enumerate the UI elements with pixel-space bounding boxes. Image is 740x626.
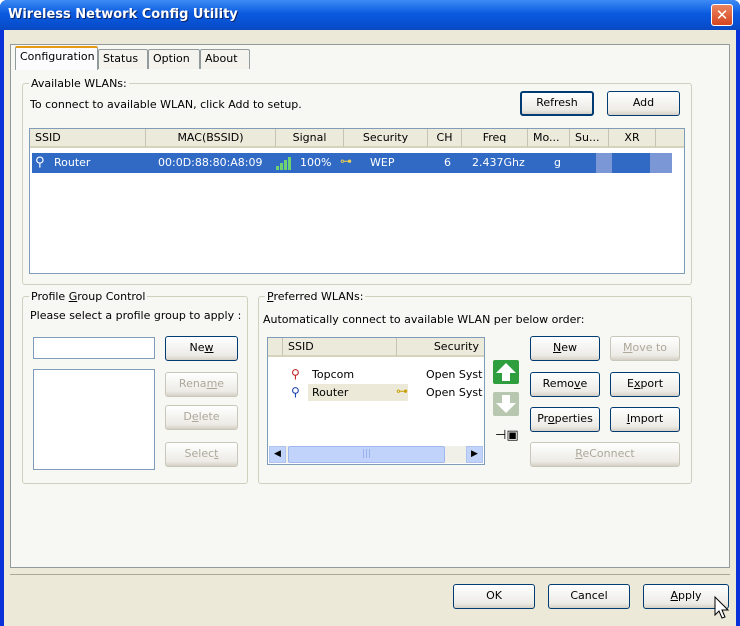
horizontal-scrollbar[interactable]: ◀ ||| ▶ [269, 446, 483, 463]
export-button[interactable]: Export [610, 372, 680, 397]
item-security: Open Syst [426, 386, 483, 399]
key-icon: ⊶ [396, 384, 408, 398]
arrow-up-icon [496, 363, 516, 381]
tab-label: Configuration [20, 50, 95, 63]
list-item[interactable]: ⚲ Router ⊶ Open Syst [268, 384, 484, 402]
column-blank [268, 338, 283, 357]
tab-about[interactable]: About [200, 49, 250, 69]
pin-icon: ⊣▣ [495, 428, 519, 443]
tab-label: Option [153, 52, 190, 65]
cancel-label: Cancel [570, 589, 608, 602]
row-mac: 00:0D:88:80:A8:09 [158, 156, 263, 169]
select-button[interactable]: Select [165, 442, 238, 467]
key-icon: ⊶ [340, 154, 352, 168]
scroll-left-icon[interactable]: ◀ [269, 446, 286, 463]
wireless-icon: ⚲ [35, 155, 45, 170]
scroll-right-icon[interactable]: ▶ [466, 446, 483, 463]
column-label: SSID [288, 340, 314, 353]
column-mode[interactable]: Mo... [528, 129, 570, 148]
profile-new-button[interactable]: New [165, 336, 238, 361]
import-button[interactable]: Import [610, 407, 680, 432]
move-down-button[interactable] [493, 392, 519, 416]
tab-configuration[interactable]: Configuration [15, 46, 98, 70]
cursor-icon [714, 596, 730, 619]
cancel-button[interactable]: Cancel [548, 584, 630, 609]
preferred-wlan-list[interactable]: SSID Security ⚲ Topcom Open Syst ⚲ Route… [267, 337, 485, 465]
preferred-instruction: Automatically connect to available WLAN … [263, 313, 585, 326]
row-ssid: Router [54, 156, 91, 169]
row-mode: g [554, 156, 561, 169]
add-button[interactable]: Add [607, 91, 680, 116]
column-ssid[interactable]: SSID [283, 338, 397, 357]
column-signal[interactable]: Signal [276, 129, 344, 148]
column-label: Su... [575, 131, 600, 144]
footer-divider [10, 574, 730, 575]
item-ssid: Topcom [312, 368, 355, 381]
refresh-label: Refresh [536, 96, 578, 109]
column-label: MAC(BSSID) [177, 131, 244, 144]
preferred-new-button[interactable]: New [530, 336, 600, 361]
row-ch: 6 [444, 156, 451, 169]
wireless-icon: ⚲ [291, 385, 300, 399]
reconnect-button[interactable]: ReConnect [530, 442, 680, 467]
delete-button[interactable]: Delete [165, 405, 238, 430]
move-to-button[interactable]: Move to [610, 336, 680, 361]
tab-status[interactable]: Status [98, 49, 148, 69]
available-wlans-title: Available WLANs: [29, 77, 129, 90]
row-security: WEP [370, 156, 395, 169]
ok-label: OK [486, 589, 502, 602]
column-label: SSID [35, 131, 61, 144]
column-label: Mo... [533, 131, 560, 144]
profile-name-input[interactable] [33, 337, 155, 359]
remove-button[interactable]: Remove [530, 372, 600, 397]
unavailable-icon: ⚲ [291, 367, 300, 381]
tab-option[interactable]: Option [148, 49, 200, 69]
column-ch[interactable]: CH [428, 129, 462, 148]
scrollbar-thumb[interactable]: ||| [288, 446, 445, 463]
close-button[interactable]: ✕ [711, 4, 733, 26]
item-ssid: Router [312, 386, 349, 399]
close-icon: ✕ [715, 6, 729, 24]
rename-button[interactable]: Rename [165, 372, 238, 397]
list-item[interactable]: ⚲ Topcom Open Syst [268, 366, 484, 384]
column-mac[interactable]: MAC(BSSID) [146, 129, 276, 148]
add-label: Add [632, 96, 655, 109]
refresh-button[interactable]: Refresh [520, 91, 594, 116]
column-security[interactable]: Security [397, 338, 484, 357]
table-row[interactable]: ⚲ Router 00:0D:88:80:A8:09 100% ⊶ WEP 6 … [32, 153, 672, 173]
move-up-button[interactable] [493, 360, 519, 384]
pin-button[interactable]: ⊣▣ [495, 428, 519, 448]
available-instruction: To connect to available WLAN, click Add … [30, 98, 302, 111]
preferred-wlans-title: Preferred WLANs: [265, 290, 366, 303]
column-label: Security [433, 340, 479, 353]
window-title: Wireless Network Config Utility [8, 7, 238, 22]
available-wlan-list[interactable]: SSID MAC(BSSID) Signal Security CH Freq … [29, 128, 685, 274]
profile-instruction: Please select a profile group to apply : [30, 309, 242, 322]
item-security: Open Syst [426, 368, 483, 381]
column-ssid[interactable]: SSID [30, 129, 146, 148]
column-label: Freq [482, 131, 507, 144]
signal-bars-icon [276, 155, 294, 171]
column-label: Signal [292, 131, 327, 144]
column-security[interactable]: Security [344, 129, 428, 148]
column-su[interactable]: Su... [570, 129, 609, 148]
column-xr[interactable]: XR [609, 129, 656, 148]
properties-button[interactable]: Properties [530, 407, 600, 432]
column-label: Security [362, 131, 409, 144]
row-signal: 100% [300, 156, 332, 169]
column-filler [656, 129, 684, 148]
profile-list[interactable] [33, 369, 155, 470]
arrow-down-icon [496, 395, 516, 413]
tab-label: Status [103, 52, 139, 65]
column-freq[interactable]: Freq [462, 129, 528, 148]
row-su-cell [596, 153, 612, 173]
column-label: CH [436, 131, 453, 144]
title-bar[interactable]: Wireless Network Config Utility ✕ [0, 0, 740, 30]
tab-label: About [205, 52, 238, 65]
row-xr-cell [650, 153, 672, 173]
profile-group-title: Profile Group Control [29, 290, 148, 303]
column-label: XR [624, 131, 640, 144]
ok-button[interactable]: OK [453, 584, 535, 609]
row-freq: 2.437Ghz [472, 156, 525, 169]
